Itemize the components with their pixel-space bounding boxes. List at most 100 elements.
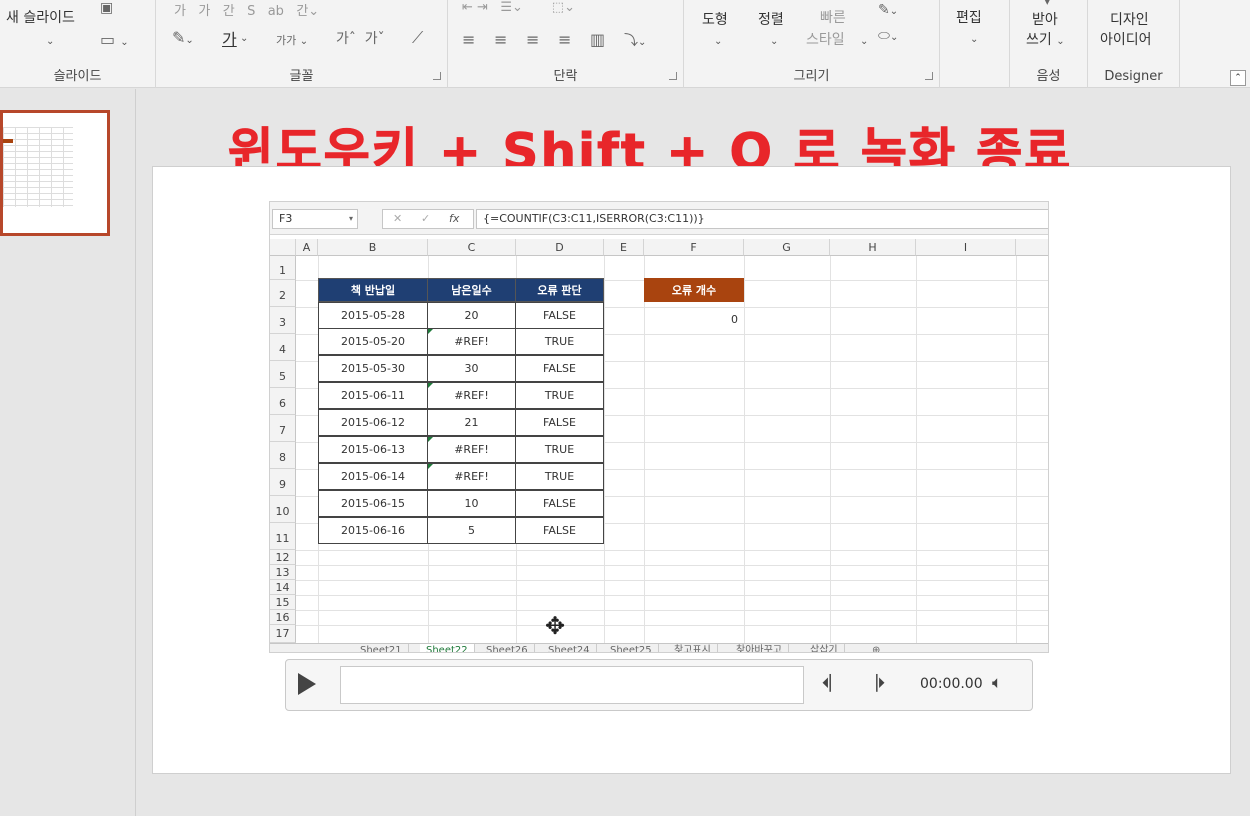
skip-forward-icon[interactable]: ▕⏵︎ <box>866 674 885 692</box>
arrange-button[interactable]: 정렬 <box>758 10 784 30</box>
row-header[interactable]: 13 <box>270 565 296 580</box>
row-header[interactable]: 6 <box>270 388 296 415</box>
slide-thumbnail[interactable] <box>0 110 110 236</box>
seek-bar[interactable] <box>340 666 804 704</box>
table-cell[interactable]: 2015-06-11 <box>318 382 428 409</box>
row-header[interactable]: 11 <box>270 523 296 550</box>
row-header[interactable]: 2 <box>270 280 296 307</box>
table-cell[interactable]: 21 <box>427 409 516 436</box>
table-cell[interactable]: TRUE <box>515 463 604 490</box>
col-header[interactable]: E <box>604 239 644 256</box>
table-cell[interactable]: FALSE <box>515 490 604 517</box>
shapes-button[interactable]: 도형 <box>702 10 728 30</box>
table-cell[interactable]: FALSE <box>515 409 604 436</box>
row-header[interactable]: 17 <box>270 625 296 643</box>
error-count-cell[interactable]: 0 <box>644 307 744 334</box>
table-cell[interactable]: #REF! <box>427 328 516 355</box>
enter-icon[interactable]: ✓ <box>421 210 430 228</box>
clear-format-icon[interactable]: ⟋ <box>412 28 423 48</box>
col-header[interactable]: H <box>830 239 916 256</box>
sheet-tab-active[interactable]: Sheet22 <box>420 644 475 652</box>
table-header[interactable]: 오류 판단 <box>515 278 604 302</box>
table-cell[interactable]: TRUE <box>515 382 604 409</box>
table-cell[interactable]: 20 <box>427 302 516 329</box>
table-cell[interactable]: 2015-06-16 <box>318 517 428 544</box>
row-header[interactable]: 7 <box>270 415 296 442</box>
function-icon[interactable]: fx <box>449 210 459 228</box>
char-spacing-icon[interactable]: 가가 ⌄ <box>276 32 308 48</box>
row-header[interactable]: 12 <box>270 550 296 565</box>
table-cell[interactable]: TRUE <box>515 328 604 355</box>
table-cell[interactable]: TRUE <box>515 436 604 463</box>
select-all-corner[interactable] <box>270 239 296 256</box>
mic-icon[interactable]: ▾ <box>1044 0 1051 9</box>
volume-icon[interactable]: 🔈︎ <box>992 673 1002 693</box>
row-header[interactable]: 15 <box>270 595 296 610</box>
row-header[interactable]: 10 <box>270 496 296 523</box>
table-header[interactable]: 남은일수 <box>427 278 516 302</box>
grow-font-icon[interactable]: 가ˆ 가ˇ <box>336 28 385 48</box>
row-header[interactable]: 14 <box>270 580 296 595</box>
error-count-header[interactable]: 오류 개수 <box>644 278 744 302</box>
sheet-tab[interactable]: Sheet24 <box>542 644 597 652</box>
col-header[interactable]: I <box>916 239 1016 256</box>
row-header[interactable]: 16 <box>270 610 296 625</box>
bold-icon[interactable]: 가 가 간 S ab 간⌄ <box>174 0 319 19</box>
design-ideas-button[interactable]: 디자인 <box>1110 10 1149 30</box>
font-color-icon[interactable]: 가 <box>222 26 237 50</box>
table-cell[interactable]: 30 <box>427 355 516 382</box>
row-header[interactable]: 8 <box>270 442 296 469</box>
cancel-icon[interactable]: ✕ <box>393 210 402 228</box>
sheet-tab[interactable]: 삽삽기 <box>804 644 845 652</box>
table-cell[interactable]: 2015-06-12 <box>318 409 428 436</box>
col-header[interactable]: G <box>744 239 830 256</box>
reuse-slide-icon[interactable]: ▣ <box>100 0 113 16</box>
sheet-tab[interactable]: 찾고표시 <box>668 644 718 652</box>
shape-fill-icon[interactable]: ✎⌄ <box>878 2 898 18</box>
row-header[interactable]: 3 <box>270 307 296 334</box>
align-left-icon[interactable]: ≡ <box>462 30 475 49</box>
table-cell[interactable]: 2015-06-14 <box>318 463 428 490</box>
formula-input[interactable]: {=COUNTIF(C3:C11,ISERROR(C3:C11))} <box>476 209 1048 229</box>
indent-icon[interactable]: ⇤ ⇥ ☰⌄ ⬚⌄ <box>462 0 575 15</box>
row-header[interactable]: 1 <box>270 256 296 280</box>
excel-video-frame[interactable]: F3 ▾ ✕ ✓ fx {=COUNTIF(C3:C11,ISERROR(C3:C… <box>269 201 1049 653</box>
sheet-tab[interactable]: Sheet26 <box>480 644 535 652</box>
col-header[interactable]: F <box>644 239 744 256</box>
table-cell[interactable]: FALSE <box>515 355 604 382</box>
add-sheet-icon[interactable]: ⊕ <box>866 644 886 652</box>
table-cell[interactable]: 2015-06-15 <box>318 490 428 517</box>
new-slide-chevron-icon[interactable]: ⌄ <box>46 32 54 52</box>
sheet-tab[interactable]: 찾아바꾸고 <box>730 644 789 652</box>
table-cell[interactable]: 2015-05-30 <box>318 355 428 382</box>
table-cell[interactable]: 2015-05-20 <box>318 328 428 355</box>
table-cell[interactable]: 2015-05-28 <box>318 302 428 329</box>
table-cell[interactable]: FALSE <box>515 302 604 329</box>
play-icon[interactable] <box>298 673 316 695</box>
align-center-icon[interactable]: ≡ <box>494 30 507 49</box>
table-cell[interactable]: FALSE <box>515 517 604 544</box>
row-header[interactable]: 9 <box>270 469 296 496</box>
align-right-icon[interactable]: ≡ <box>526 30 539 49</box>
shape-outline-icon[interactable]: ⬭⌄ <box>878 28 898 44</box>
table-cell[interactable]: #REF! <box>427 463 516 490</box>
table-cell[interactable]: 5 <box>427 517 516 544</box>
dictate-button[interactable]: 받아 <box>1032 10 1058 30</box>
text-direction-icon[interactable]: ⤵⌄ <box>624 30 646 50</box>
col-header[interactable]: D <box>516 239 604 256</box>
table-cell[interactable]: #REF! <box>427 436 516 463</box>
sheet-tab[interactable]: Sheet25 <box>604 644 659 652</box>
skip-back-icon[interactable]: ⏴︎▏ <box>822 674 841 692</box>
new-slide-button[interactable]: 새 슬라이드 <box>6 8 75 28</box>
edit-button[interactable]: 편집 <box>956 8 982 28</box>
row-header[interactable]: 4 <box>270 334 296 361</box>
name-box[interactable]: F3 ▾ <box>272 209 358 229</box>
quick-styles-button[interactable]: 빠른 <box>820 8 846 28</box>
ribbon-collapse-icon[interactable]: ⌃ <box>1230 70 1246 86</box>
col-header[interactable]: B <box>318 239 428 256</box>
layout-icon[interactable]: ▭ ⌄ <box>100 30 129 49</box>
justify-icon[interactable]: ≡ <box>558 30 571 49</box>
sheet-tab[interactable]: Sheet21 <box>354 644 409 652</box>
row-header[interactable]: 5 <box>270 361 296 388</box>
columns-icon[interactable]: ▥ <box>590 30 605 49</box>
